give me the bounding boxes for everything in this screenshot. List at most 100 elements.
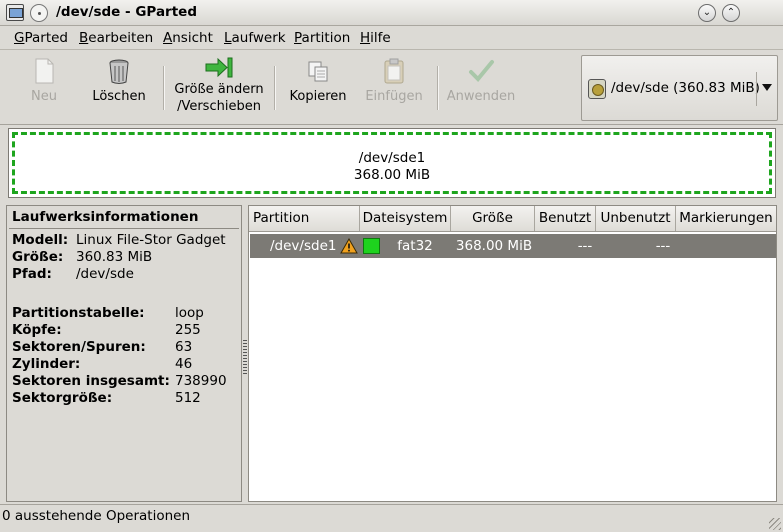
menu-edit-label: earbeiten (88, 30, 154, 46)
copy-icon (303, 56, 333, 86)
drive-info-panel: Laufwerksinformationen Modell: Linux Fil… (6, 205, 242, 502)
column-header-unused[interactable]: Unbenutzt (596, 206, 676, 231)
menu-gparted-mnemonic: G (14, 30, 25, 46)
info-row-model: Modell: Linux File-Stor Gadget (12, 232, 226, 248)
apply-button[interactable]: Anwenden (446, 56, 516, 105)
info-value-partition-table: loop (175, 305, 204, 321)
resize-arrow-icon (204, 56, 234, 79)
info-value-model: Linux File-Stor Gadget (76, 232, 226, 248)
window-title: /dev/sde - GParted (56, 4, 197, 20)
menu-help[interactable]: Hilfe (360, 30, 391, 46)
column-header-filesystem[interactable]: Dateisystem (360, 206, 451, 231)
cell-used: --- (577, 238, 593, 254)
partition-block-size: 368.00 MiB (353, 167, 431, 183)
device-selector-divider (756, 72, 757, 106)
menu-help-mnemonic: H (360, 30, 371, 46)
menu-edit-mnemonic: B (79, 30, 89, 46)
info-row-total-sectors: Sektoren insgesamt: 738990 (12, 373, 227, 389)
checkmark-icon (466, 56, 496, 86)
filesystem-color-swatch (363, 238, 380, 254)
pending-operations-status: 0 ausstehende Operationen (2, 508, 191, 524)
chevron-down-icon[interactable] (762, 84, 772, 91)
resize-label-line2: /Verschieben (177, 99, 261, 114)
clipboard-icon (379, 56, 409, 86)
info-key-path: Pfad: (12, 266, 52, 282)
delete-label: Löschen (92, 89, 146, 104)
menu-partition-mnemonic: P (294, 30, 302, 46)
partition-map: /dev/sde1 368.00 MiB (8, 128, 776, 198)
menu-edit[interactable]: Bearbeiten (79, 30, 153, 46)
drive-info-divider (9, 228, 239, 229)
cell-filesystem: fat32 (397, 238, 433, 254)
maximize-icon[interactable]: ⌃ (722, 4, 740, 22)
info-value-heads: 255 (175, 322, 201, 338)
column-header-flags[interactable]: Markierungen (676, 206, 776, 231)
info-key-total-sectors: Sektoren insgesamt: (12, 373, 170, 389)
paste-label: Einfügen (365, 89, 423, 104)
column-header-partition[interactable]: Partition (249, 206, 360, 231)
info-value-path: /dev/sde (76, 266, 134, 282)
new-button[interactable]: Neu (20, 56, 68, 105)
table-row[interactable]: /dev/sde1 fat32 368.00 MiB --- --- (250, 234, 776, 258)
trash-icon (104, 56, 134, 86)
delete-button[interactable]: Löschen (88, 56, 150, 105)
apply-label: Anwenden (446, 89, 516, 104)
partition-block[interactable]: /dev/sde1 368.00 MiB (12, 132, 772, 194)
menu-gparted-label: Parted (24, 30, 68, 46)
menu-view-label: nsicht (172, 30, 213, 46)
status-bar: 0 ausstehende Operationen (0, 504, 783, 532)
resize-label-line1: Größe ändern (174, 82, 264, 97)
device-label: /dev/sde (360.83 MiB) (611, 80, 760, 96)
partition-table: Partition Dateisystem Größe Benutzt Unbe… (248, 205, 777, 502)
info-value-total-sectors: 738990 (175, 373, 227, 389)
app-icon[interactable] (6, 4, 24, 21)
partition-block-name: /dev/sde1 (358, 150, 426, 166)
cell-size: 368.00 MiB (455, 238, 533, 254)
device-selector[interactable]: /dev/sde (360.83 MiB) (581, 55, 778, 121)
copy-button[interactable]: Kopieren (286, 56, 350, 105)
cell-flags (677, 234, 775, 258)
title-bar: /dev/sde - GParted ⌄ ⌃ (0, 0, 783, 26)
harddisk-icon (588, 79, 606, 99)
info-value-sectors-track: 63 (175, 339, 193, 355)
column-header-used[interactable]: Benutzt (535, 206, 596, 231)
menu-view[interactable]: Ansicht (163, 30, 213, 46)
info-value-sector-size: 512 (175, 390, 201, 406)
paste-button[interactable]: Einfügen (362, 56, 426, 105)
cell-partition: /dev/sde1 (270, 238, 337, 254)
toolbar-separator (274, 66, 276, 110)
warning-icon[interactable] (340, 237, 358, 254)
info-key-partition-table: Partitionstabelle: (12, 305, 145, 321)
info-row-path: Pfad: /dev/sde (12, 266, 134, 282)
resize-move-button[interactable]: Größe ändern /Verschieben (172, 56, 266, 115)
info-key-model: Modell: (12, 232, 69, 248)
toolbar-separator (437, 66, 439, 110)
info-value-cylinders: 46 (175, 356, 193, 372)
menu-gparted[interactable]: GParted (14, 30, 68, 46)
menu-drive-label: aufwerk (231, 30, 286, 46)
copy-label: Kopieren (289, 89, 347, 104)
info-row-partition-table: Partitionstabelle: loop (12, 305, 204, 321)
menu-view-mnemonic: A (163, 30, 173, 46)
menu-partition-label: artition (301, 30, 351, 46)
window-menu-icon[interactable] (30, 4, 48, 22)
info-row-heads: Köpfe: 255 (12, 322, 201, 338)
info-key-cylinders: Zylinder: (12, 356, 81, 372)
drive-info-title: Laufwerksinformationen (12, 209, 199, 225)
pane-resize-handle[interactable] (243, 340, 247, 376)
menu-drive[interactable]: Laufwerk (224, 30, 286, 46)
info-row-size: Größe: 360.83 MiB (12, 249, 152, 265)
info-row-cylinders: Zylinder: 46 (12, 356, 192, 372)
resize-grip-icon[interactable] (769, 518, 781, 530)
info-row-sector-size: Sektorgröße: 512 (12, 390, 201, 406)
info-key-size: Größe: (12, 249, 64, 265)
info-row-sectors-track: Sektoren/Spuren: 63 (12, 339, 192, 355)
info-key-sector-size: Sektorgröße: (12, 390, 113, 406)
column-header-size[interactable]: Größe (451, 206, 535, 231)
info-key-sectors-track: Sektoren/Spuren: (12, 339, 146, 355)
info-value-size: 360.83 MiB (76, 249, 153, 265)
menu-partition[interactable]: Partition (294, 30, 350, 46)
new-document-icon (29, 56, 59, 86)
minimize-icon[interactable]: ⌄ (698, 4, 716, 22)
menu-bar: GParted Bearbeiten Ansicht Laufwerk Part… (0, 26, 783, 50)
